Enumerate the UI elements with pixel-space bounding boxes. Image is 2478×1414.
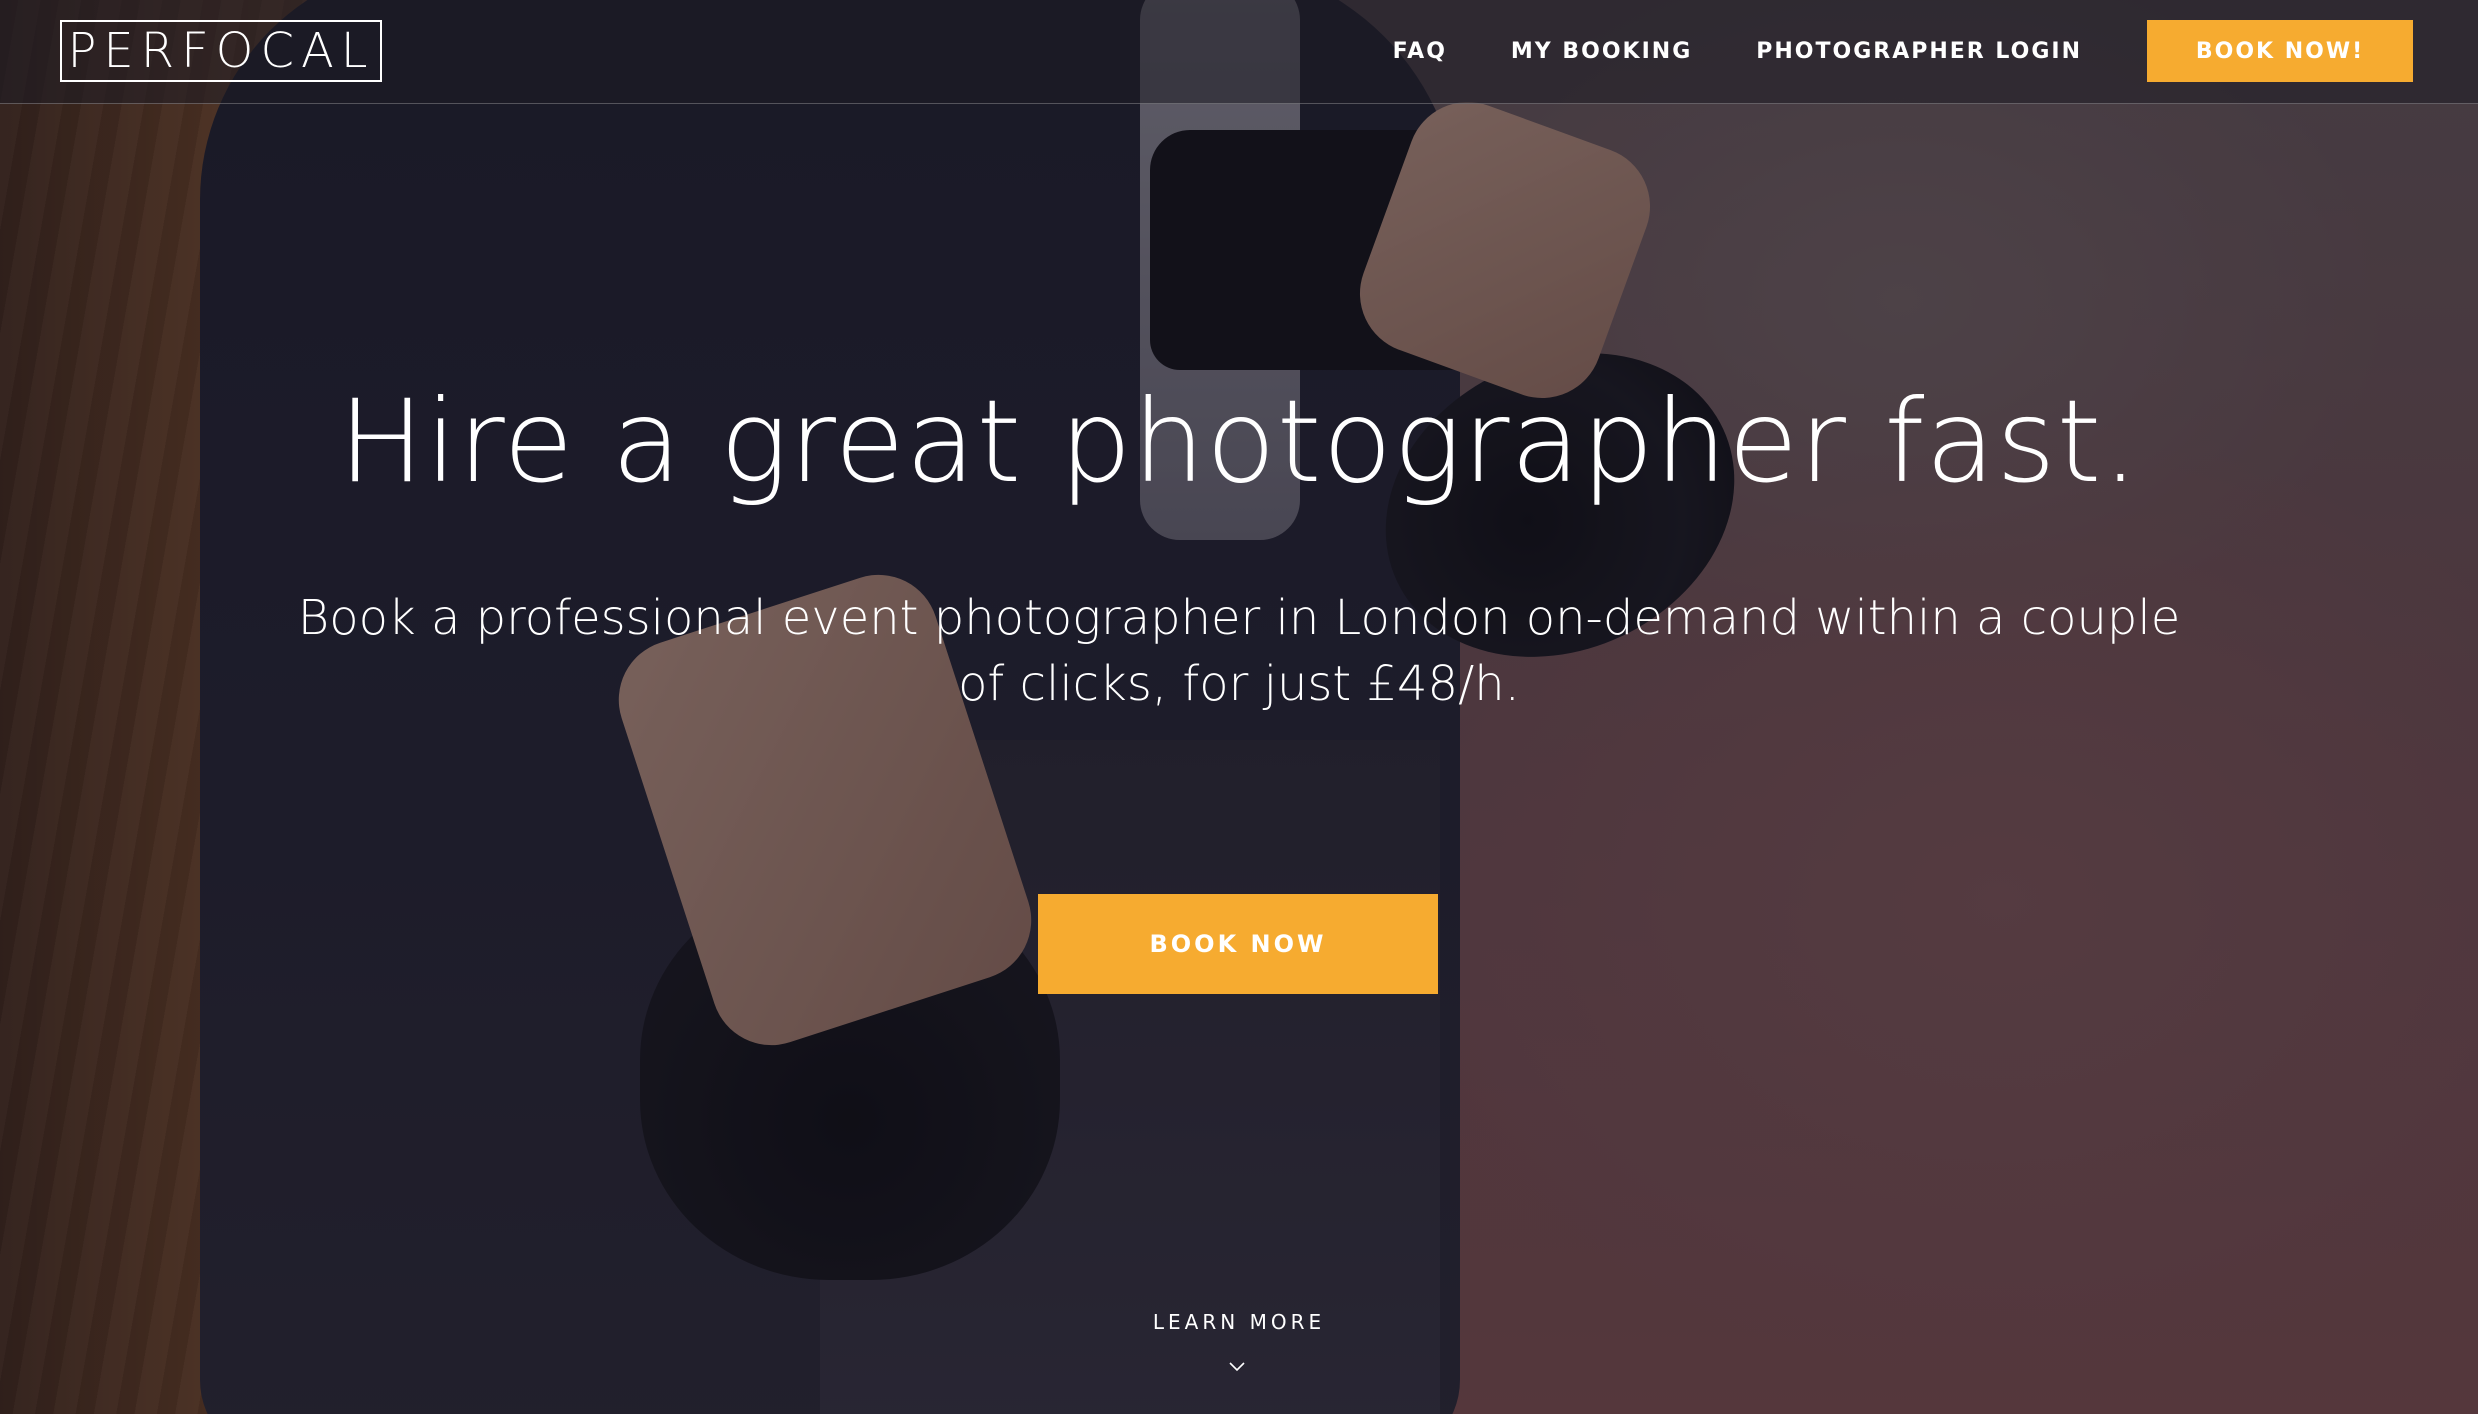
nav-link-faq[interactable]: FAQ <box>1393 39 1447 64</box>
hero-section: PERFOCAL FAQ MY BOOKING PHOTOGRAPHER LOG… <box>0 0 2478 1414</box>
nav-links: FAQ MY BOOKING PHOTOGRAPHER LOGIN BOOK N… <box>1329 20 2413 82</box>
nav-book-now-button[interactable]: BOOK NOW! <box>2147 20 2413 82</box>
hero-book-now-button[interactable]: BOOK NOW <box>1038 894 1438 994</box>
hero-headline: Hire a great photographer fast. <box>338 375 2140 508</box>
nav-link-photographer-login[interactable]: PHOTOGRAPHER LOGIN <box>1756 39 2082 64</box>
perfocal-logo[interactable]: PERFOCAL <box>60 20 382 82</box>
nav-link-my-booking[interactable]: MY BOOKING <box>1511 39 1692 64</box>
top-navbar: PERFOCAL FAQ MY BOOKING PHOTOGRAPHER LOG… <box>0 0 2478 104</box>
chevron-down-icon[interactable] <box>1227 1357 1247 1377</box>
hero-subheadline: Book a professional event photographer i… <box>297 590 2181 712</box>
learn-more-link[interactable]: LEARN MORE <box>0 1310 2478 1334</box>
